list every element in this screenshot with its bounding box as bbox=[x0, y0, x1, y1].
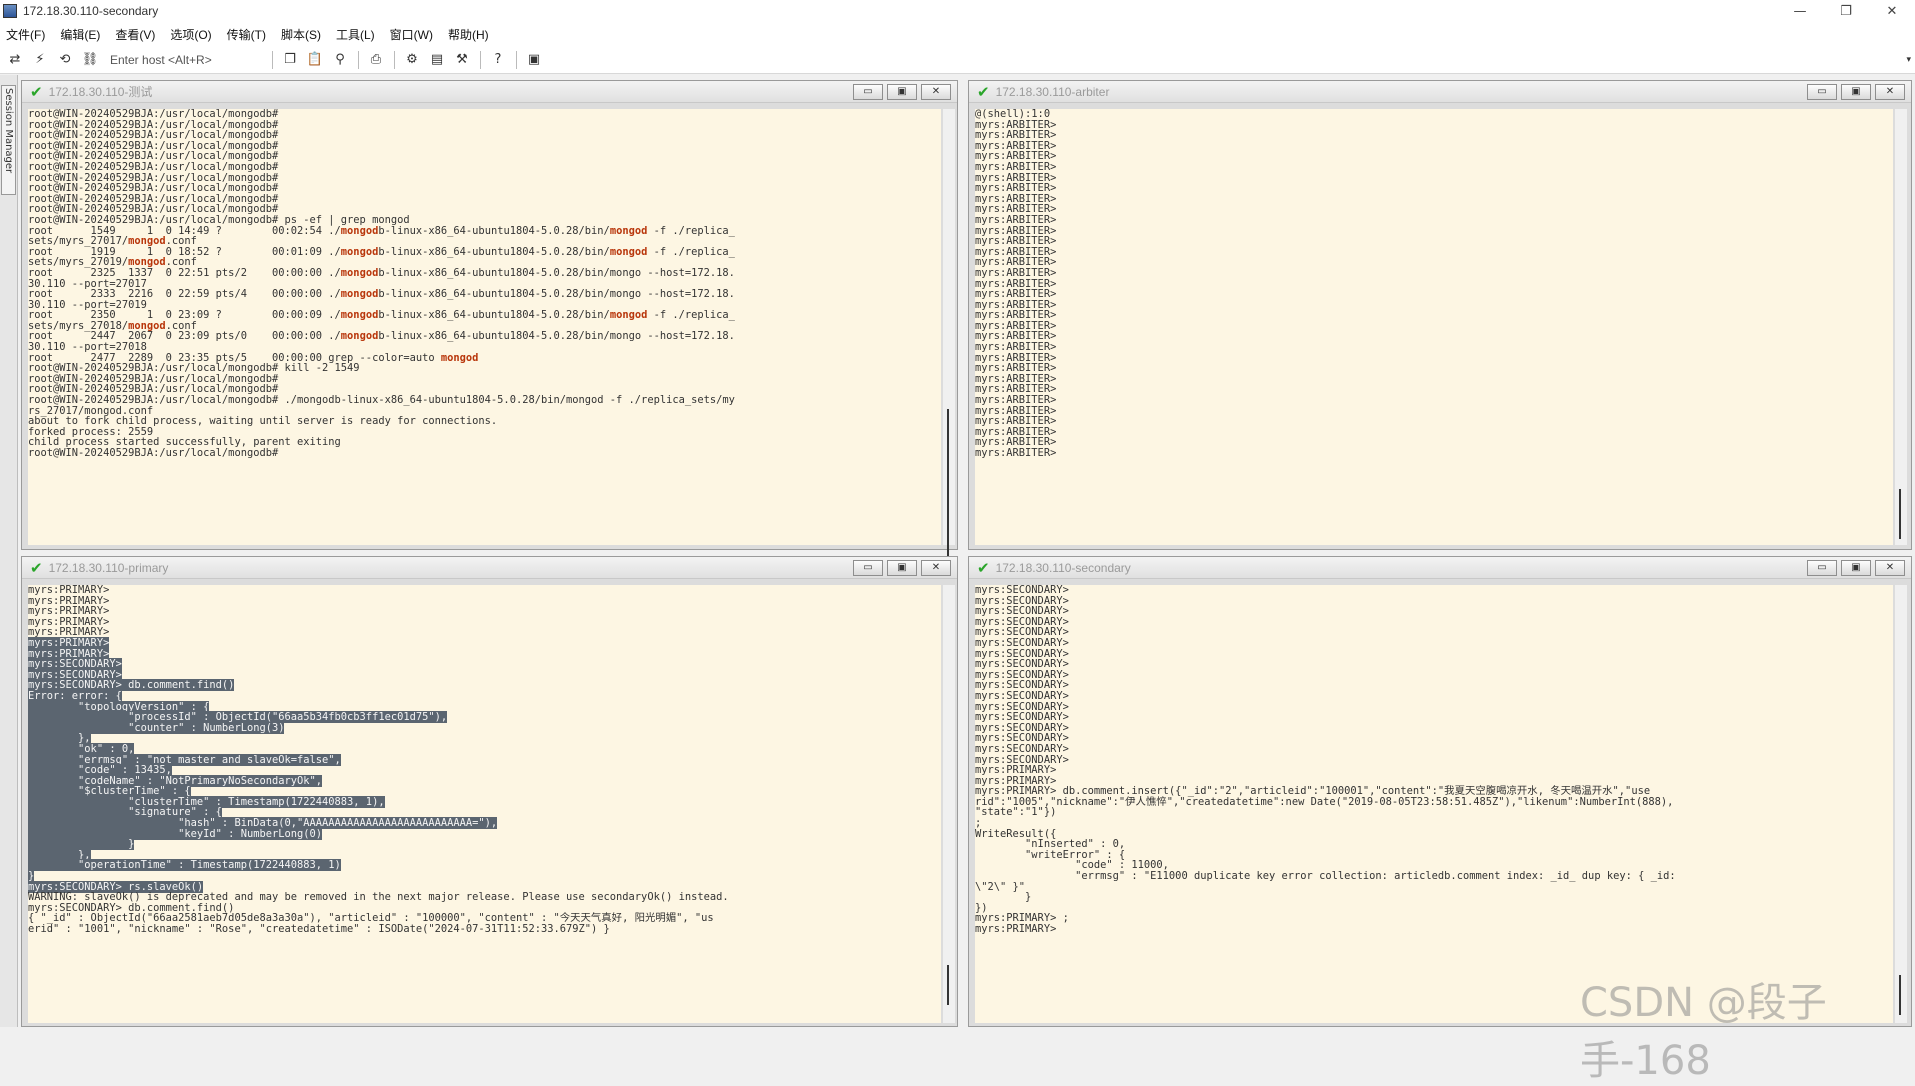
menu-window[interactable]: 窗口(W) bbox=[390, 26, 433, 43]
session-pane-arbiter: ✔ 172.18.30.110-arbiter ▭ ▣ ✕ @(shell):1… bbox=[968, 80, 1912, 550]
menu-options[interactable]: 选项(O) bbox=[170, 26, 211, 43]
menu-tools[interactable]: 工具(L) bbox=[336, 26, 375, 43]
pane-maximize-button[interactable]: ▣ bbox=[887, 560, 917, 576]
toolbar-divider bbox=[394, 50, 395, 69]
menu-view[interactable]: 查看(V) bbox=[115, 26, 155, 43]
pane-close-button[interactable]: ✕ bbox=[921, 84, 951, 100]
connected-check-icon: ✔ bbox=[30, 82, 43, 101]
terminal-text: @(shell):1:0 myrs:ARBITER> myrs:ARBITER>… bbox=[975, 109, 1893, 459]
pane-minimize-button[interactable]: ▭ bbox=[1807, 560, 1837, 576]
pane-close-button[interactable]: ✕ bbox=[1875, 560, 1905, 576]
menu-file[interactable]: 文件(F) bbox=[6, 26, 45, 43]
app-icon bbox=[3, 4, 17, 18]
settings-icon[interactable]: ⚙ bbox=[403, 51, 421, 69]
pane-close-button[interactable]: ✕ bbox=[1875, 84, 1905, 100]
pane-minimize-button[interactable]: ▭ bbox=[853, 84, 883, 100]
toolbar-divider bbox=[480, 50, 481, 69]
connected-check-icon: ✔ bbox=[977, 82, 990, 101]
terminal-text: myrs:PRIMARY> myrs:PRIMARY> myrs:PRIMARY… bbox=[28, 585, 941, 935]
pane-maximize-button[interactable]: ▣ bbox=[887, 84, 917, 100]
pane-minimize-button[interactable]: ▭ bbox=[1807, 84, 1837, 100]
print-icon[interactable]: ⎙ bbox=[367, 51, 385, 69]
close-button[interactable]: ✕ bbox=[1869, 0, 1915, 22]
session-pane-test: ✔ 172.18.30.110-测试 ▭ ▣ ✕ root@WIN-202405… bbox=[21, 80, 958, 559]
scrollbar-thumb[interactable] bbox=[947, 965, 949, 1005]
session-manager-label: Session Manager bbox=[3, 88, 14, 174]
help-icon[interactable]: ? bbox=[489, 51, 507, 69]
connected-check-icon: ✔ bbox=[977, 558, 990, 577]
terminal-line: myrs:ARBITER> bbox=[975, 447, 1057, 459]
toolbar-divider bbox=[516, 50, 517, 69]
scrollbar[interactable] bbox=[943, 109, 955, 559]
menu-edit[interactable]: 编辑(E) bbox=[60, 26, 100, 43]
pane-header[interactable]: ✔ 172.18.30.110-secondary ▭ ▣ ✕ bbox=[969, 557, 1911, 579]
terminal-text: root@WIN-20240529BJA:/usr/local/mongodb#… bbox=[28, 109, 941, 459]
menu-script[interactable]: 脚本(S) bbox=[281, 26, 321, 43]
terminal-line: "operationTime" : Timestamp(1722440883, … bbox=[28, 859, 341, 872]
terminal-line: "state":"1"}) bbox=[975, 806, 1057, 819]
terminal-line: rid":"1005","nickname":"伊人憔悴","createdat… bbox=[975, 795, 1674, 808]
pane-header[interactable]: ✔ 172.18.30.110-测试 ▭ ▣ ✕ bbox=[22, 81, 957, 103]
sftp-icon[interactable]: ⚒ bbox=[453, 51, 471, 69]
pane-minimize-button[interactable]: ▭ bbox=[853, 560, 883, 576]
pane-maximize-button[interactable]: ▣ bbox=[1841, 560, 1871, 576]
toolbar-overflow-icon[interactable]: ▾ bbox=[1906, 54, 1911, 65]
terminal-output[interactable]: @(shell):1:0 myrs:ARBITER> myrs:ARBITER>… bbox=[975, 109, 1893, 545]
menu-transfer[interactable]: 传输(T) bbox=[227, 26, 266, 43]
pane-controls: ▭ ▣ ✕ bbox=[1803, 560, 1905, 576]
pane-controls: ▭ ▣ ✕ bbox=[849, 84, 951, 100]
menu-bar: 文件(F) 编辑(E) 查看(V) 选项(O) 传输(T) 脚本(S) 工具(L… bbox=[0, 22, 1915, 46]
scrollbar[interactable] bbox=[1895, 109, 1907, 545]
toolbar-divider bbox=[358, 50, 359, 69]
terminal-line: root@WIN-20240529BJA:/usr/local/mongodb# bbox=[28, 447, 279, 459]
pane-controls: ▭ ▣ ✕ bbox=[1803, 84, 1905, 100]
window-title: 172.18.30.110-secondary bbox=[23, 4, 159, 18]
minimize-button[interactable]: — bbox=[1777, 0, 1823, 22]
terminal-output[interactable]: root@WIN-20240529BJA:/usr/local/mongodb#… bbox=[28, 109, 941, 545]
keygen-icon[interactable]: ▣ bbox=[525, 51, 543, 69]
scrollbar[interactable] bbox=[943, 585, 955, 1023]
toolbar-divider bbox=[272, 50, 273, 69]
toolbar: ⇄ ⚡ ⟲ ⛓ Enter host <Alt+R> ❐ 📋 ⚲ ⎙ ⚙ ▤ ⚒… bbox=[0, 46, 1915, 74]
scrollbar-thumb[interactable] bbox=[947, 409, 949, 559]
terminal-text: myrs:SECONDARY> myrs:SECONDARY> myrs:SEC… bbox=[975, 585, 1893, 935]
connect-icon[interactable]: ⇄ bbox=[6, 51, 24, 69]
copy-icon[interactable]: ❐ bbox=[281, 51, 299, 69]
session-manager-sidebar: Session Manager bbox=[0, 75, 18, 1027]
reconnect-icon[interactable]: ⟲ bbox=[56, 51, 74, 69]
pane-title: 172.18.30.110-primary bbox=[48, 560, 169, 575]
terminal-line: "errmsg" : "E11000 duplicate key error c… bbox=[975, 870, 1676, 883]
paste-icon[interactable]: 📋 bbox=[306, 51, 324, 69]
terminal-line: myrs:PRIMARY> bbox=[975, 923, 1057, 935]
pane-maximize-button[interactable]: ▣ bbox=[1841, 84, 1871, 100]
pane-title: 172.18.30.110-测试 bbox=[48, 85, 153, 99]
find-icon[interactable]: ⚲ bbox=[331, 51, 349, 69]
pane-title: 172.18.30.110-secondary bbox=[995, 560, 1131, 575]
menu-help[interactable]: 帮助(H) bbox=[448, 26, 489, 43]
keymap-icon[interactable]: ▤ bbox=[428, 51, 446, 69]
window-controls: — ❐ ✕ bbox=[1777, 0, 1915, 22]
terminal-output[interactable]: myrs:SECONDARY> myrs:SECONDARY> myrs:SEC… bbox=[975, 585, 1893, 1023]
scrollbar-thumb[interactable] bbox=[1899, 489, 1901, 539]
pane-header[interactable]: ✔ 172.18.30.110-arbiter ▭ ▣ ✕ bbox=[969, 81, 1911, 103]
scrollbar[interactable] bbox=[1895, 585, 1907, 1023]
terminal-line: erid" : "1001", "nickname" : "Rose", "cr… bbox=[28, 923, 610, 935]
terminal-output[interactable]: myrs:PRIMARY> myrs:PRIMARY> myrs:PRIMARY… bbox=[28, 585, 941, 1023]
host-input[interactable]: Enter host <Alt+R> bbox=[110, 53, 260, 67]
quick-connect-icon[interactable]: ⚡ bbox=[31, 51, 49, 69]
pane-close-button[interactable]: ✕ bbox=[921, 560, 951, 576]
connected-check-icon: ✔ bbox=[30, 558, 43, 577]
disconnect-icon[interactable]: ⛓ bbox=[81, 51, 99, 69]
session-pane-secondary: ✔ 172.18.30.110-secondary ▭ ▣ ✕ myrs:SEC… bbox=[968, 556, 1912, 1027]
pane-header[interactable]: ✔ 172.18.30.110-primary ▭ ▣ ✕ bbox=[22, 557, 957, 579]
pane-title: 172.18.30.110-arbiter bbox=[995, 84, 1110, 99]
session-pane-primary: ✔ 172.18.30.110-primary ▭ ▣ ✕ myrs:PRIMA… bbox=[21, 556, 958, 1027]
session-manager-tab[interactable]: Session Manager bbox=[1, 85, 16, 195]
watermark: CSDN @段子手-168 bbox=[1580, 980, 1827, 1084]
window-titlebar: 172.18.30.110-secondary — ❐ ✕ bbox=[0, 0, 1915, 22]
pane-controls: ▭ ▣ ✕ bbox=[849, 560, 951, 576]
restore-button[interactable]: ❐ bbox=[1823, 0, 1869, 22]
